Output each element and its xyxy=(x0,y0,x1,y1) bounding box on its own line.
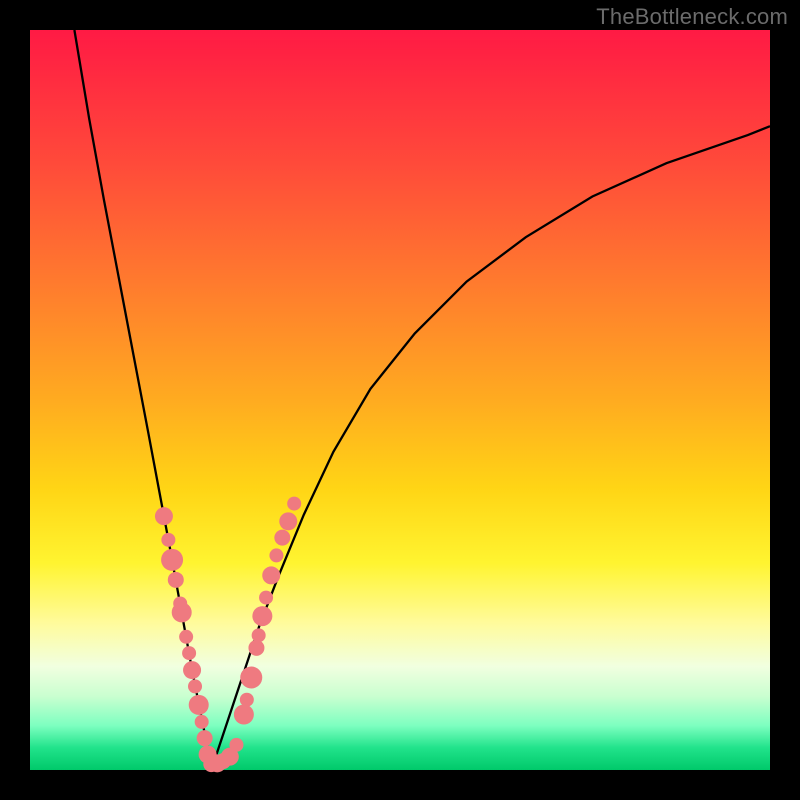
data-marker xyxy=(259,591,273,605)
curve-layer xyxy=(30,30,770,770)
data-markers xyxy=(155,497,301,773)
plot-area xyxy=(30,30,770,770)
data-marker xyxy=(189,695,209,715)
data-marker xyxy=(155,507,173,525)
data-marker xyxy=(240,693,254,707)
data-marker xyxy=(168,572,184,588)
data-marker xyxy=(179,630,193,644)
data-marker xyxy=(234,705,254,725)
data-marker xyxy=(240,667,262,689)
chart-frame: TheBottleneck.com xyxy=(0,0,800,800)
data-marker xyxy=(252,628,266,642)
data-marker xyxy=(269,548,283,562)
data-marker xyxy=(172,602,192,622)
data-marker xyxy=(262,566,280,584)
data-marker xyxy=(188,679,202,693)
data-marker xyxy=(182,646,196,660)
data-marker xyxy=(197,730,213,746)
data-marker xyxy=(287,497,301,511)
data-marker xyxy=(229,738,243,752)
data-marker xyxy=(161,533,175,547)
curve-right-branch xyxy=(211,126,770,770)
data-marker xyxy=(252,606,272,626)
data-marker xyxy=(248,640,264,656)
data-marker xyxy=(274,530,290,546)
data-marker xyxy=(161,549,183,571)
data-marker xyxy=(195,715,209,729)
data-marker xyxy=(183,661,201,679)
watermark-label: TheBottleneck.com xyxy=(596,4,788,30)
data-marker xyxy=(279,512,297,530)
